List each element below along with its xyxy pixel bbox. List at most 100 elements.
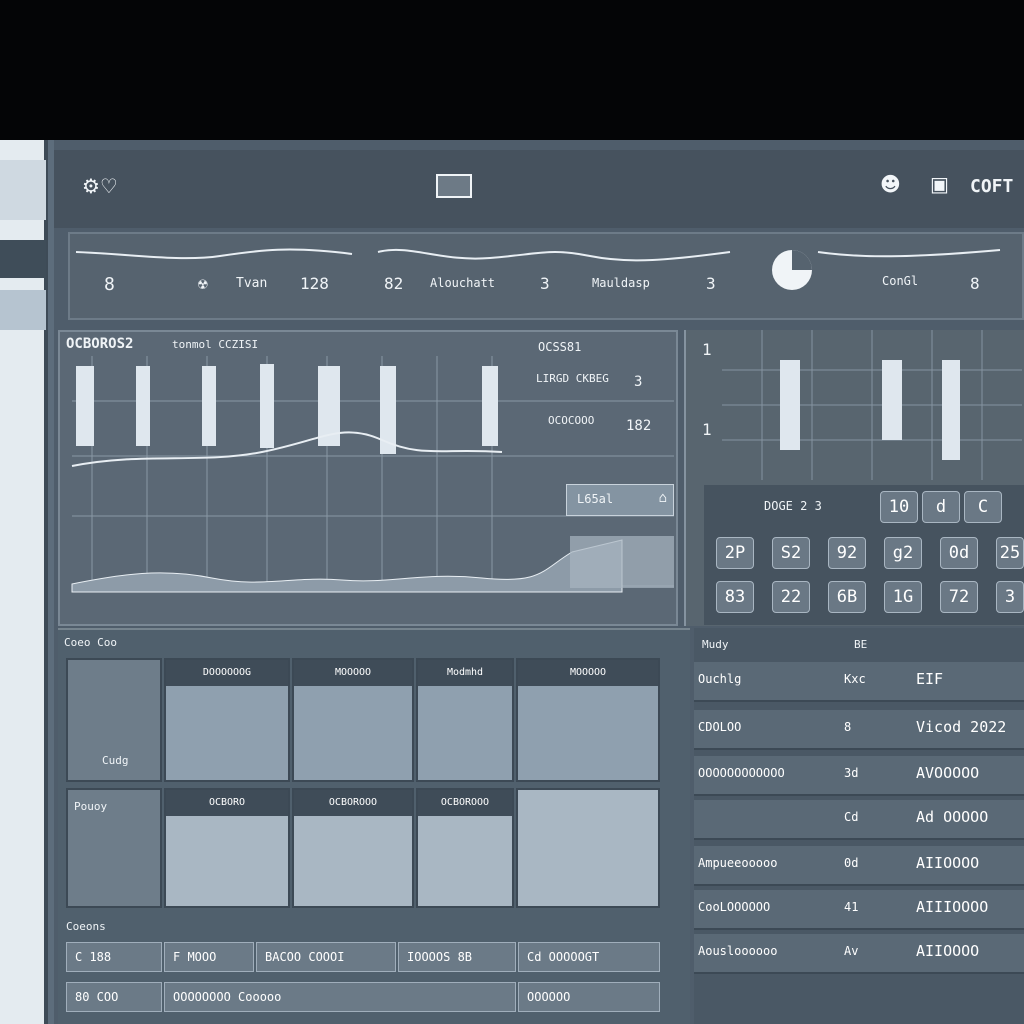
chart-subtitle: tonmol CCZISI: [172, 338, 259, 351]
footer-cell-2-1[interactable]: 80 COO: [66, 982, 162, 1012]
metric-num-2: 82: [384, 274, 404, 293]
row-6-name: CooLOOOOOO: [698, 900, 771, 914]
table-row[interactable]: CooLOOOOOO 41 AIIIOOOO: [694, 890, 1024, 930]
rpanel-number-2: 1: [702, 420, 712, 439]
tile-top-4[interactable]: MOOOOO: [516, 658, 660, 782]
main-area: ⚙♡ ☻ ▣ COFT 8 ☢ Tvan 128 82 Alouchatt 3 …: [54, 140, 1024, 1024]
tiles-header: Coeo Coo: [64, 636, 117, 649]
metric-label-2: Alouchatt: [430, 276, 496, 290]
briefcase-icon[interactable]: ▣: [930, 174, 949, 194]
key-r2-3[interactable]: 6B: [828, 581, 866, 613]
top-bar: ⚙♡ ☻ ▣ COFT: [54, 150, 1024, 228]
rtable-header-value: BE: [854, 638, 868, 651]
row-7-mid: Av: [844, 944, 859, 958]
metric-val-3: 3: [706, 274, 716, 293]
left-card-1[interactable]: Cudg: [66, 658, 162, 782]
keypad-tab-1[interactable]: 10: [880, 491, 918, 523]
chart-title: OCBOROS2: [66, 336, 134, 352]
chart-badge[interactable]: L65al ⌂: [566, 484, 674, 516]
key-r1-2[interactable]: S2: [772, 537, 810, 569]
home-icon: ⌂: [658, 490, 667, 506]
chart-side-value-2: 3: [634, 374, 643, 390]
metric-val-2: 3: [540, 274, 550, 293]
key-r1-4[interactable]: g2: [884, 537, 922, 569]
face-icon[interactable]: ☻: [880, 174, 901, 194]
keypad-header: DOGE 2 3: [764, 499, 822, 513]
tile-bot-3-caption: OCBOROOO: [418, 790, 512, 816]
table-row[interactable]: Ouchlg Kxc EIF: [694, 662, 1024, 702]
tile-bot-1-caption: OCBORO: [166, 790, 288, 816]
tile-bot-1[interactable]: OCBORO: [164, 788, 290, 908]
tile-bot-2-caption: OCBOROOO: [294, 790, 412, 816]
main-chart-panel: OCBOROS2 tonmol CCZISI OCSS81 LIRGD CKBE…: [58, 330, 678, 626]
key-r1-5[interactable]: 0d: [940, 537, 978, 569]
metric-num-1: 8: [104, 274, 115, 295]
row-5-mid: 0d: [844, 856, 859, 870]
row-3-value: AVOOOOO: [916, 764, 980, 782]
footer-cell-2-3[interactable]: OOOOOO: [518, 982, 660, 1012]
key-r2-2[interactable]: 22: [772, 581, 810, 613]
footer-cell-1-2[interactable]: F MOOO: [164, 942, 254, 972]
table-row[interactable]: OOOOOOOOOOOO 3d AVOOOOO: [694, 756, 1024, 796]
footer-cell-1-3[interactable]: BACOO COOOI: [256, 942, 396, 972]
row-5-name: Ampueeooooo: [698, 856, 778, 870]
footer-cell-2-2[interactable]: OOOOOOOO Cooooo: [164, 982, 516, 1012]
key-r2-6[interactable]: 3: [996, 581, 1024, 613]
metric-label-4: ConGl: [882, 274, 919, 288]
keypad-tab-2[interactable]: d: [922, 491, 960, 523]
table-row[interactable]: Aousloooooo Av AIIOOOO: [694, 934, 1024, 974]
key-r1-6[interactable]: 25: [996, 537, 1024, 569]
topbar-label: COFT: [970, 176, 1014, 197]
row-3-name: OOOOOOOOOOOO: [698, 766, 785, 780]
row-4-mid: Cd: [844, 810, 859, 824]
rpanel-number-1: 1: [702, 340, 712, 359]
row-5-value: AIIOOOO: [916, 854, 980, 872]
metric-icon-1: ☢: [198, 274, 208, 293]
chart-badge-label: L65al: [577, 492, 614, 506]
footer-cell-1-1[interactable]: C 188: [66, 942, 162, 972]
table-row[interactable]: CDOLOO 8 Vicod 2022: [694, 710, 1024, 750]
key-r2-1[interactable]: 83: [716, 581, 754, 613]
sidebar-block-2[interactable]: [0, 240, 46, 278]
row-7-name: Aousloooooo: [698, 944, 778, 958]
row-2-mid: 8: [844, 720, 852, 734]
right-bar-chart: [722, 330, 1022, 480]
key-r1-1[interactable]: 2P: [716, 537, 754, 569]
key-r2-5[interactable]: 72: [940, 581, 978, 613]
tile-bot-3[interactable]: OCBOROOO: [416, 788, 514, 908]
window-icon[interactable]: [436, 174, 472, 198]
tile-top-1-caption: DOOOOOOG: [166, 660, 288, 686]
sidebar-block-1[interactable]: [0, 160, 46, 220]
metric-label-1: Tvan: [236, 276, 268, 291]
metric-label-3: Mauldasp: [592, 276, 650, 290]
tile-bot-2[interactable]: OCBOROOO: [292, 788, 414, 908]
monitor-bezel: [0, 0, 1024, 140]
chart-side-label-3: OCOCOOO: [548, 414, 595, 427]
tile-top-2-caption: MOOOOO: [294, 660, 412, 686]
metric-val-1: 128: [300, 274, 329, 293]
key-r2-4[interactable]: 1G: [884, 581, 922, 613]
row-3-mid: 3d: [844, 766, 859, 780]
row-7-value: AIIOOOO: [916, 942, 980, 960]
tile-top-1[interactable]: DOOOOOOG: [164, 658, 290, 782]
row-1-mid: Kxc: [844, 672, 866, 686]
tile-bot-4[interactable]: [516, 788, 660, 908]
footer-cell-1-4[interactable]: IOOOOS 8B: [398, 942, 516, 972]
left-card-2[interactable]: Pouoy: [66, 788, 162, 908]
table-row[interactable]: Cd Ad OOOOO: [694, 800, 1024, 840]
row-6-mid: 41: [844, 900, 859, 914]
settings-icon[interactable]: ⚙♡: [82, 176, 118, 196]
key-r1-3[interactable]: 92: [828, 537, 866, 569]
rtable-header: Mudy: [702, 638, 729, 651]
tile-top-4-caption: MOOOOO: [518, 660, 658, 686]
screen: ⚙♡ ☻ ▣ COFT 8 ☢ Tvan 128 82 Alouchatt 3 …: [0, 140, 1024, 1024]
tile-top-3[interactable]: Modmhd: [416, 658, 514, 782]
footer-cell-1-5[interactable]: Cd OOOOOGT: [518, 942, 660, 972]
row-2-name: CDOLOO: [698, 720, 742, 734]
sidebar-block-3[interactable]: [0, 290, 46, 330]
footer-label: Coeons: [66, 920, 106, 933]
table-row[interactable]: Ampueeooooo 0d AIIOOOO: [694, 846, 1024, 886]
tile-top-2[interactable]: MOOOOO: [292, 658, 414, 782]
tile-top-3-caption: Modmhd: [418, 660, 512, 686]
keypad-tab-3[interactable]: C: [964, 491, 1002, 523]
